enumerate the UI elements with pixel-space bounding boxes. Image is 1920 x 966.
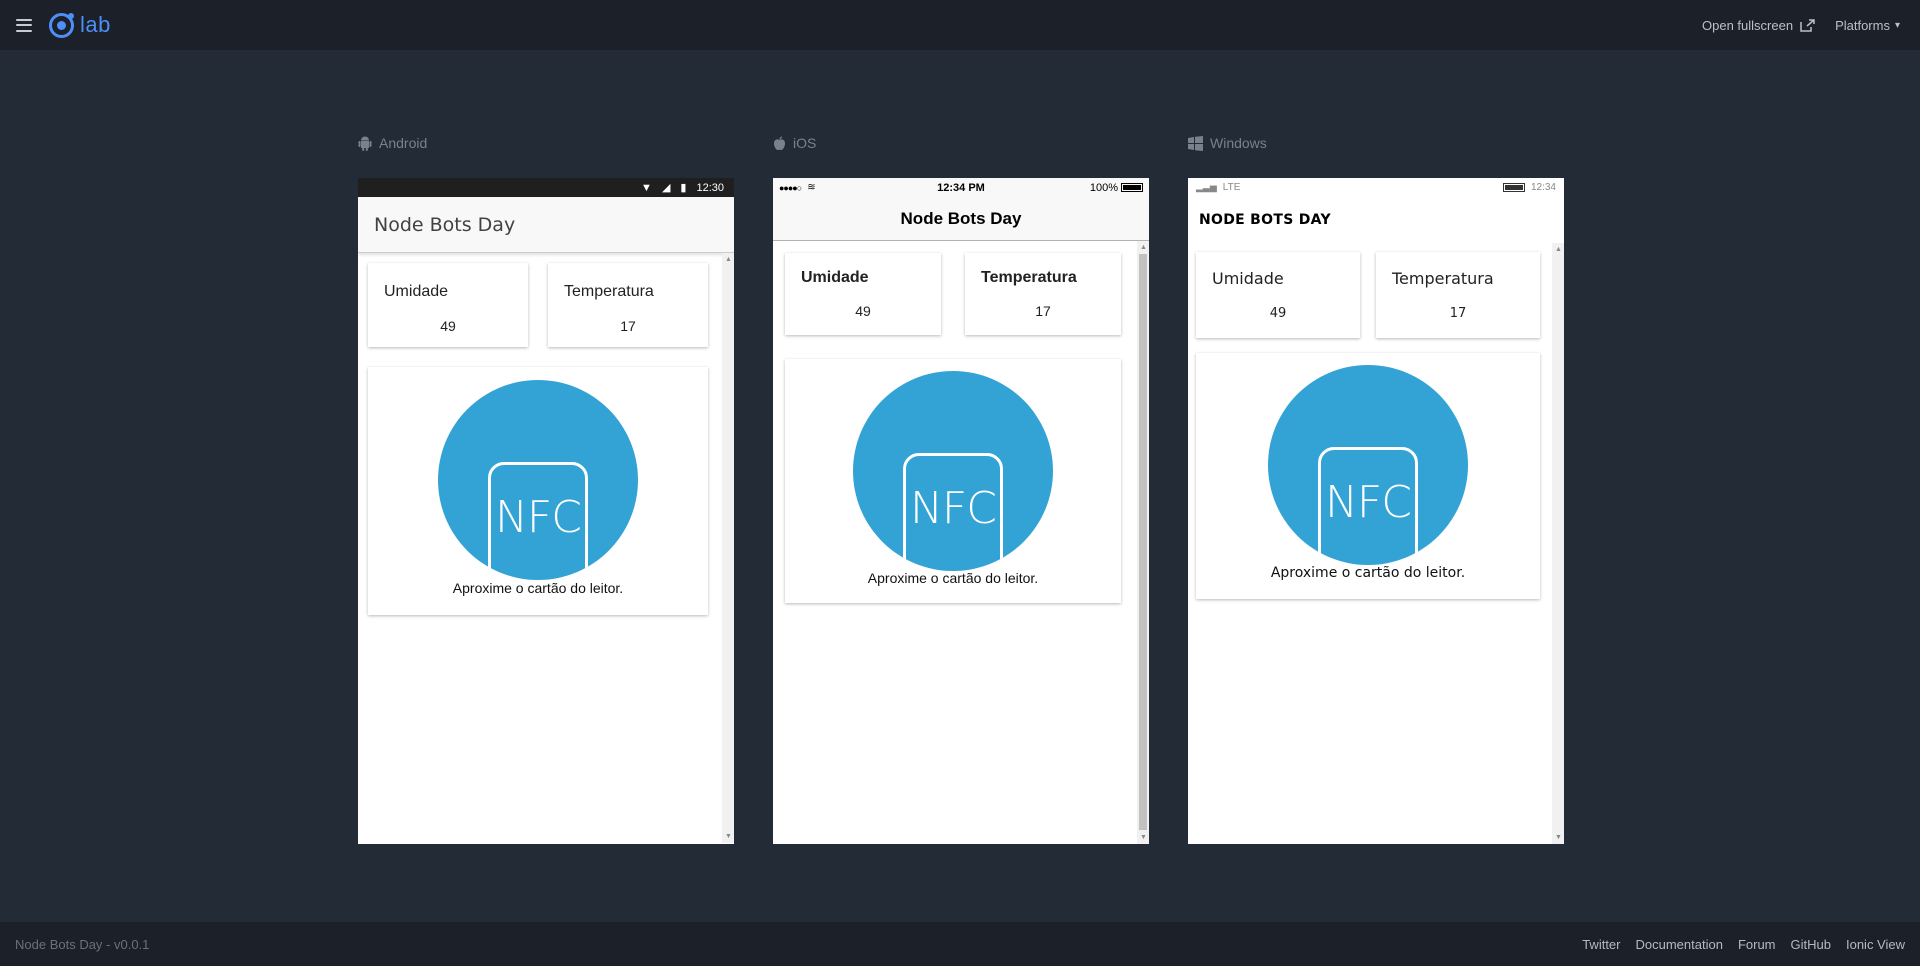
- ios-toolbar: Node Bots Day: [773, 197, 1149, 241]
- app-version: Node Bots Day - v0.0.1: [15, 936, 150, 952]
- apple-icon: [774, 136, 785, 150]
- temperature-label: Temperatura: [1392, 269, 1494, 288]
- footer-link-twitter[interactable]: Twitter: [1582, 937, 1620, 952]
- humidity-label: Umidade: [384, 283, 449, 300]
- android-content[interactable]: ▲ ▼ Umidade 49 Temperatura 17 NFC Aproxi…: [358, 253, 734, 843]
- nfc-caption: Aproxime o cartão do leitor.: [452, 580, 624, 596]
- temperature-card: Temperatura 17: [965, 253, 1121, 335]
- windows-status-network: LTE: [1222, 182, 1241, 193]
- android-device-frame: ▼ ◢ ▮ 12:30 Node Bots Day ▲ ▼ Umidade 49…: [358, 178, 734, 844]
- scroll-up-icon[interactable]: ▲: [1140, 244, 1147, 251]
- footer: Node Bots Day - v0.0.1 Twitter Documenta…: [0, 922, 1920, 966]
- android-label-text: Android: [379, 135, 428, 151]
- scrollbar[interactable]: ▲ ▼: [722, 253, 734, 843]
- open-fullscreen-button[interactable]: Open fullscreen: [1702, 18, 1815, 33]
- wifi-icon: ▼: [641, 181, 652, 194]
- humidity-label: Umidade: [1212, 269, 1284, 288]
- scroll-down-icon[interactable]: ▼: [725, 833, 732, 840]
- windows-status-bar: ▂▃▅ LTE 12:34: [1188, 178, 1564, 197]
- android-label: Android: [358, 135, 427, 151]
- humidity-value: 49: [1269, 306, 1287, 321]
- platforms-label: Platforms: [1835, 17, 1890, 33]
- logo-text: lab: [80, 12, 111, 37]
- platforms-dropdown[interactable]: Platforms ▾: [1835, 18, 1900, 33]
- humidity-label: Umidade: [801, 269, 869, 286]
- ios-status-time: 12:34 PM: [937, 181, 985, 194]
- nfc-icon: NFC: [438, 380, 638, 580]
- nfc-icon: NFC: [1268, 365, 1468, 565]
- battery-icon: ▮: [680, 182, 687, 194]
- nfc-card: NFC Aproxime o cartão do leitor.: [368, 367, 708, 615]
- ionic-logo-icon: [49, 12, 74, 38]
- temperature-card: Temperatura 17: [548, 263, 708, 347]
- humidity-value: 49: [855, 303, 871, 319]
- scrollbar-thumb[interactable]: [1139, 254, 1147, 830]
- windows-content[interactable]: ▲ ▼ Umidade 49 Temperatura 17 NFC Aproxi…: [1188, 243, 1564, 844]
- ios-status-bar: ●●●●○ ≋ 12:34 PM 100%: [773, 178, 1149, 197]
- windows-toolbar: NODE BOTS DAY: [1188, 197, 1564, 243]
- humidity-card: Umidade 49: [1196, 252, 1360, 338]
- external-link-icon: [1800, 18, 1815, 32]
- temperature-value: 17: [1449, 306, 1467, 321]
- windows-label-text: Windows: [1210, 135, 1267, 151]
- footer-link-documentation[interactable]: Documentation: [1636, 937, 1723, 952]
- ios-device-frame: ●●●●○ ≋ 12:34 PM 100% Node Bots Day ▲ ▼ …: [773, 178, 1149, 844]
- android-status-bar: ▼ ◢ ▮ 12:30: [358, 178, 734, 197]
- ios-label: iOS: [773, 135, 816, 151]
- ios-content[interactable]: ▲ ▼ Umidade 49 Temperatura 17 NFC Aproxi…: [773, 241, 1149, 844]
- nfc-card: NFC Aproxime o cartão do leitor.: [1196, 353, 1540, 599]
- footer-link-forum[interactable]: Forum: [1738, 937, 1776, 952]
- scrollbar[interactable]: ▲ ▼: [1552, 243, 1564, 844]
- humidity-value: 49: [440, 318, 456, 334]
- ionic-lab-logo[interactable]: lab: [49, 12, 111, 38]
- menu-icon[interactable]: [16, 18, 32, 32]
- scroll-up-icon[interactable]: ▲: [1555, 246, 1562, 253]
- page-title: Node Bots Day: [374, 213, 516, 236]
- open-fullscreen-label: Open fullscreen: [1702, 17, 1794, 33]
- ios-label-text: iOS: [793, 135, 817, 151]
- chevron-down-icon: ▾: [1894, 19, 1900, 31]
- top-bar: lab Open fullscreen Platforms ▾: [0, 0, 1920, 50]
- temperature-value: 17: [620, 318, 636, 334]
- battery-icon: [1121, 183, 1143, 192]
- nfc-text: NFC: [910, 483, 997, 534]
- footer-link-github[interactable]: GitHub: [1791, 937, 1831, 952]
- windows-status-time: 12:34: [1530, 182, 1556, 193]
- android-icon: [358, 136, 372, 151]
- windows-device-frame: ▂▃▅ LTE 12:34 NODE BOTS DAY ▲ ▼ Umidade …: [1188, 178, 1564, 844]
- scroll-down-icon[interactable]: ▼: [1140, 834, 1147, 841]
- nfc-text: NFC: [495, 492, 582, 543]
- temperature-label: Temperatura: [564, 283, 654, 300]
- temperature-card: Temperatura 17: [1376, 252, 1540, 338]
- android-toolbar: Node Bots Day: [358, 197, 734, 253]
- humidity-card: Umidade 49: [785, 253, 941, 335]
- battery-icon: [1502, 183, 1525, 192]
- scroll-up-icon[interactable]: ▲: [725, 256, 732, 263]
- windows-icon: [1188, 135, 1203, 151]
- temperature-label: Temperatura: [981, 269, 1077, 286]
- temperature-value: 17: [1035, 303, 1051, 319]
- nfc-caption: Aproxime o cartão do leitor.: [1270, 565, 1466, 581]
- nfc-caption: Aproxime o cartão do leitor.: [867, 570, 1039, 586]
- scroll-down-icon[interactable]: ▼: [1555, 834, 1562, 841]
- scrollbar[interactable]: ▲ ▼: [1137, 241, 1149, 844]
- footer-links: Twitter Documentation Forum GitHub Ionic…: [1567, 937, 1905, 952]
- nfc-card: NFC Aproxime o cartão do leitor.: [785, 359, 1121, 603]
- footer-link-ionic-view[interactable]: Ionic View: [1846, 937, 1905, 952]
- page-title: Node Bots Day: [900, 208, 1022, 228]
- android-status-time: 12:30: [696, 181, 724, 194]
- page-title: NODE BOTS DAY: [1199, 212, 1331, 228]
- windows-label: Windows: [1188, 135, 1267, 151]
- signal-icon: ◢: [661, 182, 671, 194]
- nfc-icon: NFC: [853, 371, 1053, 571]
- nfc-text: NFC: [1325, 477, 1412, 528]
- humidity-card: Umidade 49: [368, 263, 528, 347]
- signal-icon: ▂▃▅: [1196, 182, 1217, 192]
